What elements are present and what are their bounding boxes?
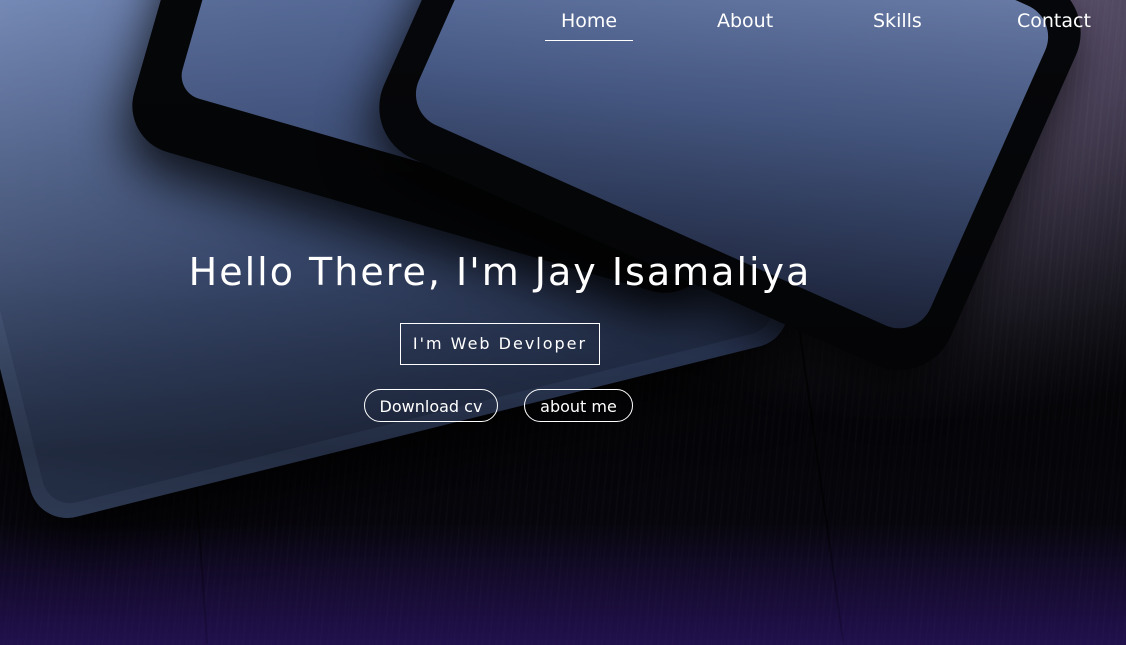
nav-link-home[interactable]: Home bbox=[544, 8, 634, 41]
top-nav: Home About Skills Contact bbox=[0, 8, 1126, 48]
bottom-glow bbox=[0, 525, 1126, 645]
hero-headline: Hello There, I'm Jay Isamaliya bbox=[188, 250, 812, 294]
nav-link-about[interactable]: About bbox=[717, 8, 773, 34]
role-badge: I'm Web Devloper bbox=[400, 323, 600, 365]
about-me-button[interactable]: about me bbox=[524, 389, 633, 422]
nav-link-skills[interactable]: Skills bbox=[873, 8, 922, 34]
download-cv-button[interactable]: Download cv bbox=[364, 389, 498, 422]
hero-section: Home About Skills Contact Hello There, I… bbox=[0, 0, 1126, 645]
nav-link-contact[interactable]: Contact bbox=[1017, 8, 1091, 34]
